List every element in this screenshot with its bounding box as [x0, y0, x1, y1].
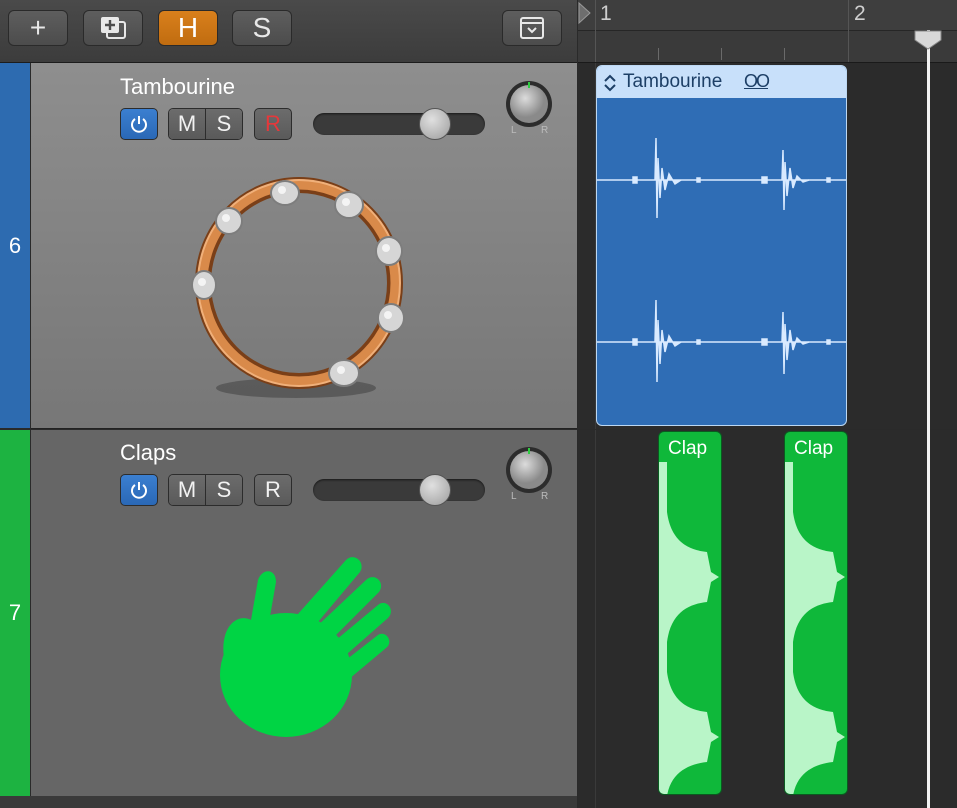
pan-left-label: L — [511, 491, 517, 502]
power-icon — [131, 482, 147, 499]
region-name: Clap — [668, 438, 708, 459]
volume-slider[interactable] — [313, 474, 485, 506]
pan-left-label: L — [511, 125, 517, 136]
track-header-claps[interactable]: Claps M S R L R — [31, 430, 577, 796]
region-name: Tambourine — [623, 71, 723, 92]
volume-slider[interactable] — [313, 108, 485, 140]
beat-tick — [658, 48, 659, 60]
audio-region-tambourine[interactable]: Tambourine OO — [596, 65, 847, 426]
waveform-icon — [785, 462, 845, 794]
track-on-off-button[interactable] — [120, 108, 158, 140]
bar-number: 2 — [854, 2, 866, 25]
track-name[interactable]: Claps — [120, 440, 176, 466]
solo-button[interactable]: S — [205, 109, 242, 139]
collapse-menu-button[interactable] — [502, 10, 562, 46]
track-lane-tambourine[interactable]: Tambourine OO — [578, 63, 957, 429]
track-on-off-button[interactable] — [120, 474, 158, 506]
beat-tick — [784, 48, 785, 60]
record-enable-button[interactable]: R — [254, 474, 292, 506]
header-footer — [0, 796, 577, 808]
solo-button[interactable]: S — [205, 475, 242, 505]
audio-region-clap[interactable]: Clap — [784, 431, 848, 795]
bar-gridline — [595, 430, 596, 808]
h-button[interactable]: H — [158, 10, 218, 46]
plus-icon: + — [29, 12, 47, 43]
playhead-handle-icon[interactable] — [914, 30, 942, 50]
pan-knob[interactable]: L R — [504, 445, 554, 507]
waveform-icon — [597, 137, 846, 383]
beat-tick — [721, 48, 722, 60]
record-enable-button[interactable]: R — [254, 108, 292, 140]
ruler-bar-strip[interactable] — [578, 0, 957, 31]
mute-solo-group: M S — [168, 108, 243, 140]
dropdown-box-icon — [520, 17, 544, 39]
playhead[interactable] — [927, 30, 930, 808]
mute-button[interactable]: M — [169, 109, 205, 139]
add-track-button[interactable]: + — [8, 10, 68, 46]
power-icon — [131, 116, 147, 133]
bar-number: 1 — [600, 2, 612, 25]
h-label: H — [177, 12, 199, 43]
pan-right-label: R — [541, 491, 549, 502]
waveform-icon — [659, 462, 719, 794]
track-number-6[interactable]: 6 — [0, 63, 30, 428]
volume-slider-thumb[interactable] — [419, 474, 451, 506]
s-label: S — [252, 12, 272, 43]
mute-button[interactable]: M — [169, 475, 205, 505]
bar-line-2 — [848, 0, 849, 62]
audio-region-clap[interactable]: Clap — [658, 431, 722, 795]
ruler[interactable]: 1 2 — [578, 0, 957, 63]
duplicate-track-button[interactable] — [83, 10, 143, 46]
region-name: Clap — [794, 438, 834, 459]
s-button[interactable]: S — [232, 10, 292, 46]
tambourine-icon — [191, 177, 405, 398]
pan-knob[interactable]: L R — [504, 79, 554, 141]
pan-knob-icon — [506, 447, 552, 493]
track-name[interactable]: Tambourine — [120, 74, 235, 100]
track-lane-claps[interactable]: Clap Clap — [578, 430, 957, 808]
track-header-tambourine[interactable]: Tambourine M S R L R — [31, 63, 577, 429]
track-number-7[interactable]: 7 — [0, 430, 30, 796]
chevron-updown-icon — [604, 74, 616, 92]
toolbar: + H S — [0, 0, 577, 63]
pan-right-label: R — [541, 125, 549, 136]
bar-line-1 — [595, 0, 596, 62]
clap-hand-icon — [220, 557, 391, 737]
mute-solo-group: M S — [168, 474, 243, 506]
flex-loop-icon[interactable]: OO — [744, 71, 770, 92]
pan-knob-icon — [506, 81, 552, 127]
duplicate-icon — [101, 17, 126, 39]
volume-slider-thumb[interactable] — [419, 108, 451, 140]
